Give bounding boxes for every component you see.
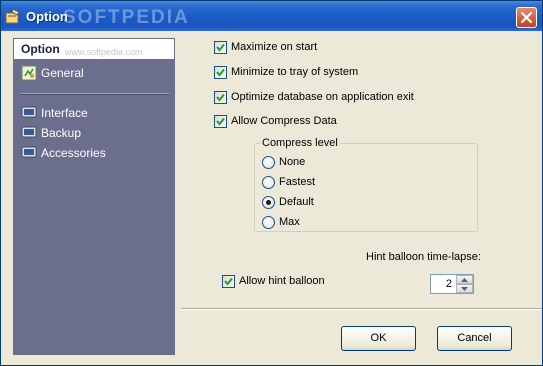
spinner-buttons: [456, 275, 473, 293]
sidebar-header-label: Option: [21, 42, 60, 56]
checkmark-icon: [216, 93, 225, 102]
radio-selected-dot: [266, 200, 271, 205]
checkbox-label: Allow hint balloon: [239, 275, 325, 287]
sidebar-item-label: Interface: [41, 106, 88, 120]
radio-label: None: [279, 156, 306, 168]
radio-label: Max: [279, 216, 300, 228]
compress-level-title: Compress level: [260, 137, 340, 149]
checkbox-label: Allow Compress Data: [231, 115, 337, 127]
sidebar-item-label: Accessories: [41, 146, 106, 160]
radio-label: Fastest: [279, 176, 316, 188]
app-icon: [5, 8, 20, 24]
sidebar-item-label: General: [41, 66, 84, 80]
general-settings-icon: [21, 65, 37, 81]
checkbox-box[interactable]: [222, 275, 235, 288]
sidebar-item-general[interactable]: General: [21, 65, 171, 81]
checkbox-box[interactable]: [214, 41, 227, 54]
spinner-up-button[interactable]: [456, 275, 473, 284]
cancel-button[interactable]: Cancel: [437, 326, 512, 351]
watermark-url: www.softpedia.com: [65, 47, 143, 57]
hint-timelapse-spinner[interactable]: 2: [430, 274, 474, 294]
close-button[interactable]: [516, 7, 537, 28]
checkbox-label: Maximize on start: [231, 41, 318, 53]
option-dialog: Option SOFTPEDIA Option General Interfac…: [0, 0, 543, 366]
arrow-down-icon: [461, 287, 468, 291]
checkbox-box[interactable]: [214, 91, 227, 104]
checkmark-icon: [216, 117, 225, 126]
sidebar-item-interface[interactable]: Interface: [21, 105, 171, 121]
monitor-icon: [21, 146, 37, 159]
checkbox-label: Optimize database on application exit: [231, 91, 414, 103]
monitor-icon: [21, 106, 37, 119]
spinner-value[interactable]: 2: [446, 278, 452, 290]
radio-button[interactable]: [262, 176, 275, 189]
monitor-icon: [21, 126, 37, 139]
window-title: Option: [26, 9, 68, 24]
arrow-up-icon: [461, 278, 468, 282]
radio-button[interactable]: [262, 156, 275, 169]
checkmark-icon: [216, 43, 225, 52]
sidebar-item-backup[interactable]: Backup: [21, 125, 171, 141]
close-icon: [520, 11, 533, 24]
checkbox-label: Minimize to tray of system: [231, 66, 359, 78]
checkmark-icon: [224, 277, 233, 286]
sidebar-item-accessories[interactable]: Accessories: [21, 145, 171, 161]
sidebar-item-label: Backup: [41, 126, 82, 140]
sidebar-separator: [21, 93, 169, 95]
radio-button[interactable]: [262, 196, 275, 209]
button-divider: [181, 308, 542, 310]
radio-button[interactable]: [262, 216, 275, 229]
ok-button[interactable]: OK: [341, 326, 416, 351]
spinner-down-button[interactable]: [456, 284, 473, 293]
checkbox-box[interactable]: [214, 66, 227, 79]
sidebar: Option General Interface Backup Accessor…: [13, 38, 175, 355]
checkbox-box[interactable]: [214, 115, 227, 128]
watermark: SOFTPEDIA: [63, 7, 190, 28]
hint-timelapse-label: Hint balloon time-lapse:: [366, 251, 481, 263]
title-bar[interactable]: Option SOFTPEDIA: [1, 1, 542, 31]
checkmark-icon: [216, 68, 225, 77]
radio-label: Default: [279, 196, 314, 208]
